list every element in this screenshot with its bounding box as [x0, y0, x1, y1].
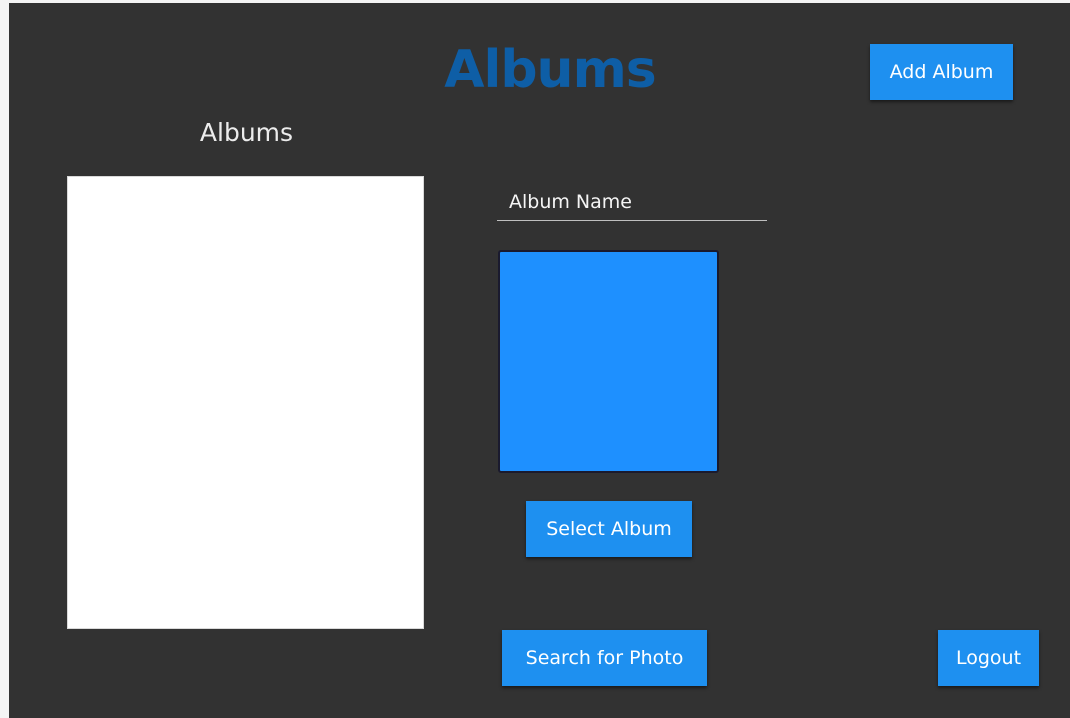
albums-list[interactable]: [67, 176, 424, 629]
add-album-button[interactable]: Add Album: [870, 44, 1013, 100]
page-title: Albums: [444, 40, 656, 100]
albums-list-heading: Albums: [199, 118, 294, 147]
album-name-field[interactable]: [497, 183, 767, 221]
search-for-photo-button[interactable]: Search for Photo: [502, 630, 707, 686]
album-preview: [498, 250, 719, 473]
select-album-button[interactable]: Select Album: [526, 501, 692, 557]
logout-button[interactable]: Logout: [938, 630, 1039, 686]
albums-window: Albums Add Album Albums Select Album Sea…: [9, 3, 1070, 718]
